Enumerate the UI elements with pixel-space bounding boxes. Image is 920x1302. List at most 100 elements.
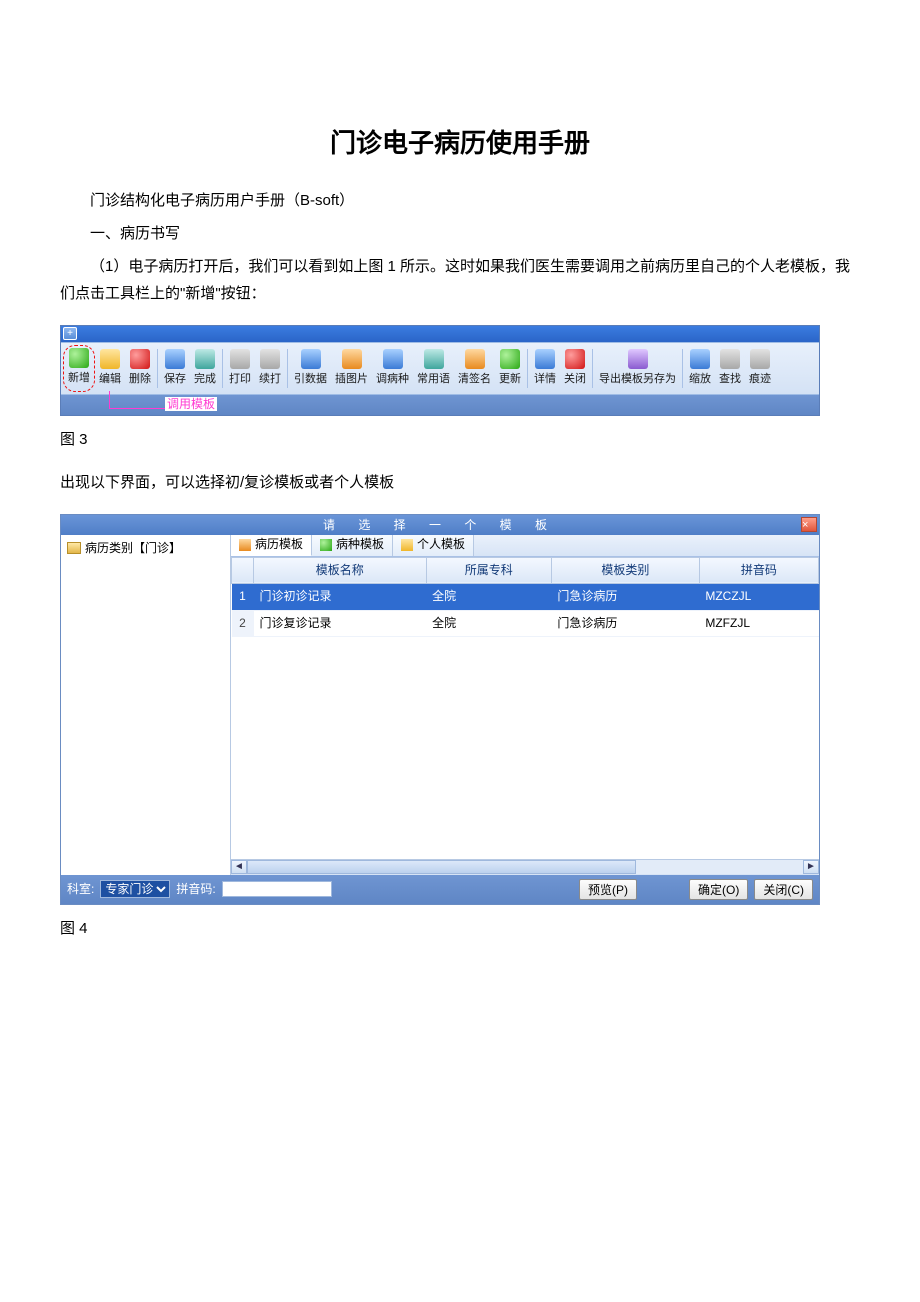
dept-select[interactable]: 专家门诊 — [100, 880, 170, 898]
table-row[interactable]: 1门诊初诊记录全院门急诊病历MZCZJL — [232, 584, 819, 611]
缩放-icon — [690, 349, 710, 369]
col-index — [232, 557, 254, 584]
cell-dept: 全院 — [426, 610, 551, 637]
toolbar-button-label: 关闭 — [564, 370, 586, 390]
toolbar-button-label: 插图片 — [335, 370, 368, 390]
column-header[interactable]: 拼音码 — [699, 557, 818, 584]
doc-subtitle: 门诊结构化电子病历用户手册（B-soft） — [60, 187, 860, 214]
编辑-icon — [100, 349, 120, 369]
toolbar-保存-button[interactable]: 保存 — [160, 345, 190, 392]
row-index: 1 — [232, 584, 254, 611]
pinyin-input[interactable] — [222, 881, 332, 897]
toolbar-button-label: 删除 — [129, 370, 151, 390]
template-right-pane: 病历模板病种模板 个人模板 模板名称所属专科模板类别拼音码 1门诊初诊记录全院门急… — [231, 535, 819, 875]
cell-cat: 门急诊病历 — [551, 584, 699, 611]
toolbar-插图片-button[interactable]: 插图片 — [331, 345, 372, 392]
toolbar-导出模板另存为-button[interactable]: 导出模板另存为 — [595, 345, 680, 392]
toolbar-separator — [287, 349, 288, 388]
toolbar-button-label: 新增 — [68, 369, 90, 389]
toolbar-更新-button[interactable]: 更新 — [495, 345, 525, 392]
打印-icon — [230, 349, 250, 369]
cell-py: MZFZJL — [699, 610, 818, 637]
scroll-thumb[interactable] — [247, 860, 636, 874]
column-header[interactable]: 所属专科 — [426, 557, 551, 584]
toolbar-完成-button[interactable]: 完成 — [190, 345, 220, 392]
toolbar-button-label: 缩放 — [689, 370, 711, 390]
查找-icon — [720, 349, 740, 369]
toolbar-调病种-button[interactable]: 调病种 — [372, 345, 413, 392]
horizontal-scrollbar[interactable]: ◄ ► — [231, 859, 819, 875]
tab-label: 个人模板 — [417, 535, 465, 556]
dialog-title: 请 选 择 一 个 模 板 — [323, 518, 557, 532]
toolbar-separator — [527, 349, 528, 388]
toolbar-separator — [222, 349, 223, 388]
cell-name: 门诊初诊记录 — [254, 584, 427, 611]
column-header[interactable]: 模板类别 — [551, 557, 699, 584]
toolbar-痕迹-button[interactable]: 痕迹 — [745, 345, 775, 392]
template-tree[interactable]: 病历类别【门诊】 — [61, 535, 231, 875]
关闭-icon — [565, 349, 585, 369]
callout-line — [109, 391, 165, 409]
dept-label: 科室: — [67, 879, 94, 901]
toolbar-separator — [157, 349, 158, 388]
section-heading: 一、病历书写 — [60, 220, 860, 247]
完成-icon — [195, 349, 215, 369]
tab-病种模板[interactable]: 病种模板 — [312, 535, 393, 556]
toolbar-续打-button[interactable]: 续打 — [255, 345, 285, 392]
preview-button[interactable]: 预览(P) — [579, 879, 637, 900]
toolbar-button-label: 打印 — [229, 370, 251, 390]
tab-icon — [320, 539, 332, 551]
更新-icon — [500, 349, 520, 369]
scroll-right-icon[interactable]: ► — [803, 860, 819, 874]
toolbar-subbar: 调用模板 — [61, 395, 819, 415]
toolbar-缩放-button[interactable]: 缩放 — [685, 345, 715, 392]
pinyin-label: 拼音码: — [176, 879, 215, 901]
paragraph-2: 出现以下界面，可以选择初/复诊模板或者个人模板 — [60, 469, 860, 496]
table-row[interactable]: 2门诊复诊记录全院门急诊病历MZFZJL — [232, 610, 819, 637]
ok-button[interactable]: 确定(O) — [689, 879, 748, 900]
column-header[interactable]: 模板名称 — [254, 557, 427, 584]
toolbar-button-label: 痕迹 — [749, 370, 771, 390]
痕迹-icon — [750, 349, 770, 369]
dialog-title-bar: 请 选 择 一 个 模 板 × — [61, 515, 819, 535]
toolbar-常用语-button[interactable]: 常用语 — [413, 345, 454, 392]
new-tab-button[interactable]: + — [63, 327, 77, 340]
scroll-left-icon[interactable]: ◄ — [231, 860, 247, 874]
toolbar-separator — [682, 349, 683, 388]
tab-个人模板[interactable]: 个人模板 — [393, 535, 474, 556]
toolbar-详情-button[interactable]: 详情 — [530, 345, 560, 392]
screenshot-template-chooser: 请 选 择 一 个 模 板 × www.bdocx.com 病历类别【门诊】 病… — [60, 514, 820, 906]
cell-name: 门诊复诊记录 — [254, 610, 427, 637]
tab-病历模板[interactable]: 病历模板 — [231, 535, 312, 556]
tab-label: 病历模板 — [255, 535, 303, 556]
tree-item-root[interactable]: 病历类别【门诊】 — [61, 535, 230, 563]
callout-label: 调用模板 — [165, 397, 217, 411]
cell-py: MZCZJL — [699, 584, 818, 611]
close-button[interactable]: 关闭(C) — [754, 879, 813, 900]
dialog-footer: 科室: 专家门诊 拼音码: 预览(P) 确定(O) 关闭(C) — [61, 875, 819, 905]
scroll-track[interactable] — [247, 860, 803, 874]
常用语-icon — [424, 349, 444, 369]
toolbar-编辑-button[interactable]: 编辑 — [95, 345, 125, 392]
dialog-close-button[interactable]: × — [801, 517, 817, 532]
toolbar-查找-button[interactable]: 查找 — [715, 345, 745, 392]
figure-4-label: 图 4 — [60, 915, 860, 942]
删除-icon — [130, 349, 150, 369]
cell-cat: 门急诊病历 — [551, 610, 699, 637]
cell-dept: 全院 — [426, 584, 551, 611]
toolbar-row: 新增编辑删除保存完成打印续打引数据插图片调病种常用语清签名更新详情关闭导出模板另… — [61, 342, 819, 395]
template-grid[interactable]: 模板名称所属专科模板类别拼音码 1门诊初诊记录全院门急诊病历MZCZJL2门诊复… — [231, 557, 819, 859]
toolbar-button-label: 清签名 — [458, 370, 491, 390]
toolbar-新增-button[interactable]: 新增 — [63, 345, 95, 392]
toolbar-删除-button[interactable]: 删除 — [125, 345, 155, 392]
tab-icon — [239, 539, 251, 551]
调病种-icon — [383, 349, 403, 369]
toolbar-打印-button[interactable]: 打印 — [225, 345, 255, 392]
screenshot-toolbar: + 新增编辑删除保存完成打印续打引数据插图片调病种常用语清签名更新详情关闭导出模… — [60, 325, 820, 416]
toolbar-关闭-button[interactable]: 关闭 — [560, 345, 590, 392]
toolbar-清签名-button[interactable]: 清签名 — [454, 345, 495, 392]
toolbar-引数据-button[interactable]: 引数据 — [290, 345, 331, 392]
toolbar-button-label: 查找 — [719, 370, 741, 390]
引数据-icon — [301, 349, 321, 369]
doc-title: 门诊电子病历使用手册 — [60, 120, 860, 167]
